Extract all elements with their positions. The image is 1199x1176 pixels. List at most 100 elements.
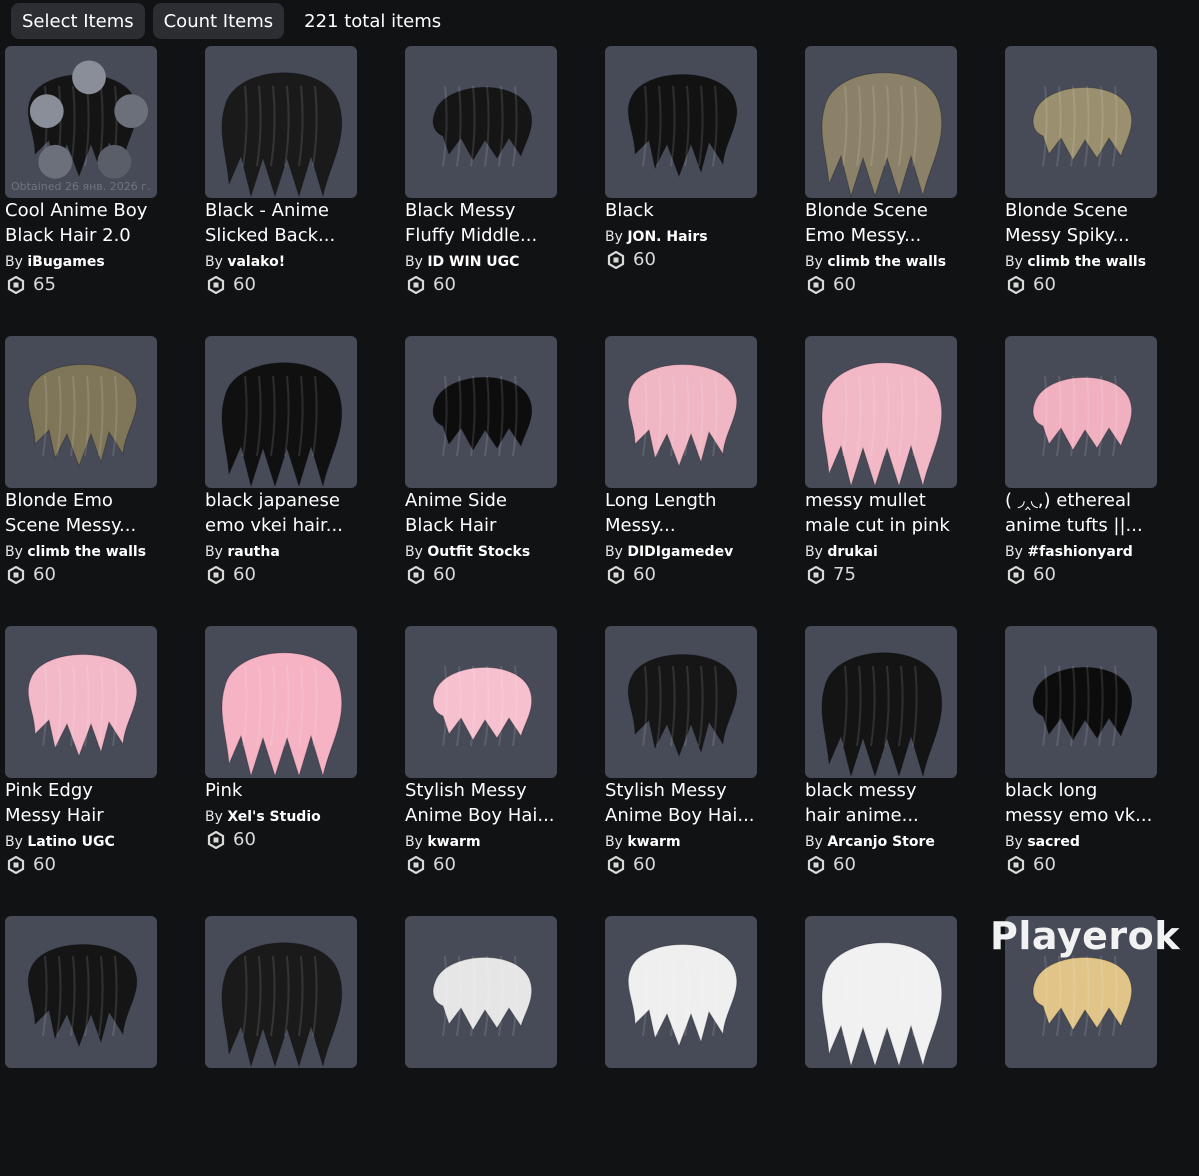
item-card[interactable]: Pink Edgy Messy Hair By Latino UGC 60 [5,626,157,886]
creator-name-link[interactable]: sacred [1027,834,1080,850]
item-name[interactable]: Cool Anime Boy Black Hair 2.0 [5,198,195,248]
creator-name-link[interactable]: #fashionyard [1027,544,1132,560]
item-card[interactable]: Blonde Emo Scene Messy... By climb the wa… [5,336,157,596]
price-value: 75 [833,564,856,585]
item-name[interactable]: messy mullet male cut in pink [805,488,995,538]
item-card[interactable]: ( ◞‸◟,) ethereal anime tufts ||... By #fa… [1005,336,1157,596]
item-card[interactable]: black long messy emo vk... By sacred 60 [1005,626,1157,886]
item-card[interactable] [605,916,757,1176]
item-card[interactable]: Pink By Xel's Studio 60 [205,626,357,886]
item-card[interactable] [205,916,357,1176]
creator-name-link[interactable]: Latino UGC [27,834,114,850]
hair-thumbnail-icon [221,72,343,198]
item-card[interactable]: black messy hair anime... By Arcanjo Stor… [805,626,957,886]
item-name[interactable]: Stylish Messy Anime Boy Hai... [605,778,795,828]
item-name[interactable]: Blonde Emo Scene Messy... [5,488,195,538]
item-card[interactable]: black japanese emo vkei hair... By rautha… [205,336,357,596]
item-thumbnail[interactable] [805,916,957,1068]
item-name[interactable]: ( ◞‸◟,) ethereal anime tufts ||... [1005,488,1195,538]
item-thumbnail[interactable] [5,916,157,1068]
hair-thumbnail-icon [27,654,138,758]
robux-icon [407,565,425,584]
hair-thumbnail-icon [1032,375,1133,457]
item-thumbnail[interactable] [805,46,957,198]
count-items-button[interactable]: Count Items [152,3,285,39]
item-name[interactable]: Pink [205,778,395,803]
item-name[interactable]: Stylish Messy Anime Boy Hai... [405,778,595,828]
item-card[interactable]: Stylish Messy Anime Boy Hai... By kwarm 60 [405,626,557,886]
creator-name-link[interactable]: Outfit Stocks [427,544,530,560]
robux-icon [807,275,825,294]
item-creator: By sacred [1005,834,1080,850]
item-thumbnail[interactable] [1005,626,1157,778]
creator-name-link[interactable]: Arcanjo Store [827,834,935,850]
creator-name-link[interactable]: valako! [227,254,285,270]
item-thumbnail[interactable] [405,46,557,198]
item-thumbnail[interactable] [605,916,757,1068]
creator-name-link[interactable]: climb the walls [1027,254,1146,270]
item-thumbnail[interactable] [205,336,357,488]
creator-name-link[interactable]: DIDIgamedev [627,544,733,560]
creator-name-link[interactable]: drukai [827,544,877,560]
creator-name-link[interactable]: climb the walls [27,544,146,560]
item-name[interactable]: black japanese emo vkei hair... [205,488,395,538]
creator-name-link[interactable]: climb the walls [827,254,946,270]
item-thumbnail[interactable] [1005,336,1157,488]
by-label: By [805,254,823,270]
item-thumbnail[interactable] [205,46,357,198]
item-card[interactable] [5,916,157,1176]
item-thumbnail[interactable] [605,336,757,488]
item-name[interactable]: Blonde Scene Messy Spiky... [1005,198,1195,248]
item-thumbnail[interactable] [605,46,757,198]
item-thumbnail[interactable] [405,336,557,488]
item-card[interactable]: Obtained 26 янв. 2026 г. Cool Anime Boy B… [5,46,157,306]
item-card[interactable]: messy mullet male cut in pink By drukai 75 [805,336,957,596]
item-name[interactable]: Black Messy Fluffy Middle... [405,198,595,248]
creator-name-link[interactable]: kwarm [627,834,680,850]
item-card[interactable]: Blonde Scene Emo Messy... By climb the wa… [805,46,957,306]
item-name[interactable]: black long messy emo vk... [1005,778,1195,828]
item-thumbnail[interactable] [5,626,157,778]
item-card[interactable]: Stylish Messy Anime Boy Hai... By kwarm 60 [605,626,757,886]
item-card[interactable] [405,916,557,1176]
price-value: 65 [33,274,56,295]
item-name[interactable]: Blonde Scene Emo Messy... [805,198,995,248]
item-thumbnail[interactable] [1005,46,1157,198]
select-items-button[interactable]: Select Items [11,3,145,39]
item-name[interactable]: Long Length Messy... [605,488,795,538]
item-price: 65 [7,274,56,295]
item-thumbnail[interactable] [805,626,957,778]
item-name[interactable]: Anime Side Black Hair [405,488,595,538]
item-name[interactable]: Black [605,198,795,223]
item-thumbnail[interactable] [205,916,357,1068]
item-card[interactable]: Black By JON. Hairs 60 [605,46,757,306]
item-thumbnail[interactable] [805,336,957,488]
item-price: 60 [807,854,856,875]
item-card[interactable] [805,916,957,1176]
item-name[interactable]: Pink Edgy Messy Hair [5,778,195,828]
item-name[interactable]: black messy hair anime... [805,778,995,828]
creator-name-link[interactable]: iBugames [27,254,104,270]
item-thumbnail[interactable] [405,626,557,778]
item-card[interactable]: Black - Anime Slicked Back... By valako! 6… [205,46,357,306]
item-thumbnail[interactable] [605,626,757,778]
item-price: 60 [407,564,456,585]
item-card[interactable]: Blonde Scene Messy Spiky... By climb the … [1005,46,1157,306]
item-name[interactable]: Black - Anime Slicked Back... [205,198,395,248]
creator-name-link[interactable]: ID WIN UGC [427,254,519,270]
item-thumbnail[interactable] [405,916,557,1068]
item-thumbnail[interactable]: Obtained 26 янв. 2026 г. [5,46,157,198]
item-thumbnail[interactable] [5,336,157,488]
item-card[interactable]: Long Length Messy... By DIDIgamedev 60 [605,336,757,596]
creator-name-link[interactable]: rautha [227,544,279,560]
by-label: By [205,254,223,270]
hair-thumbnail-icon [1032,85,1133,167]
by-label: By [205,544,223,560]
item-thumbnail[interactable] [205,626,357,778]
creator-name-link[interactable]: JON. Hairs [627,229,707,245]
price-value: 60 [433,274,456,295]
creator-name-link[interactable]: Xel's Studio [227,809,320,825]
creator-name-link[interactable]: kwarm [427,834,480,850]
item-card[interactable]: Black Messy Fluffy Middle... By ID WIN UG… [405,46,557,306]
item-card[interactable]: Anime Side Black Hair By Outfit Stocks 60 [405,336,557,596]
